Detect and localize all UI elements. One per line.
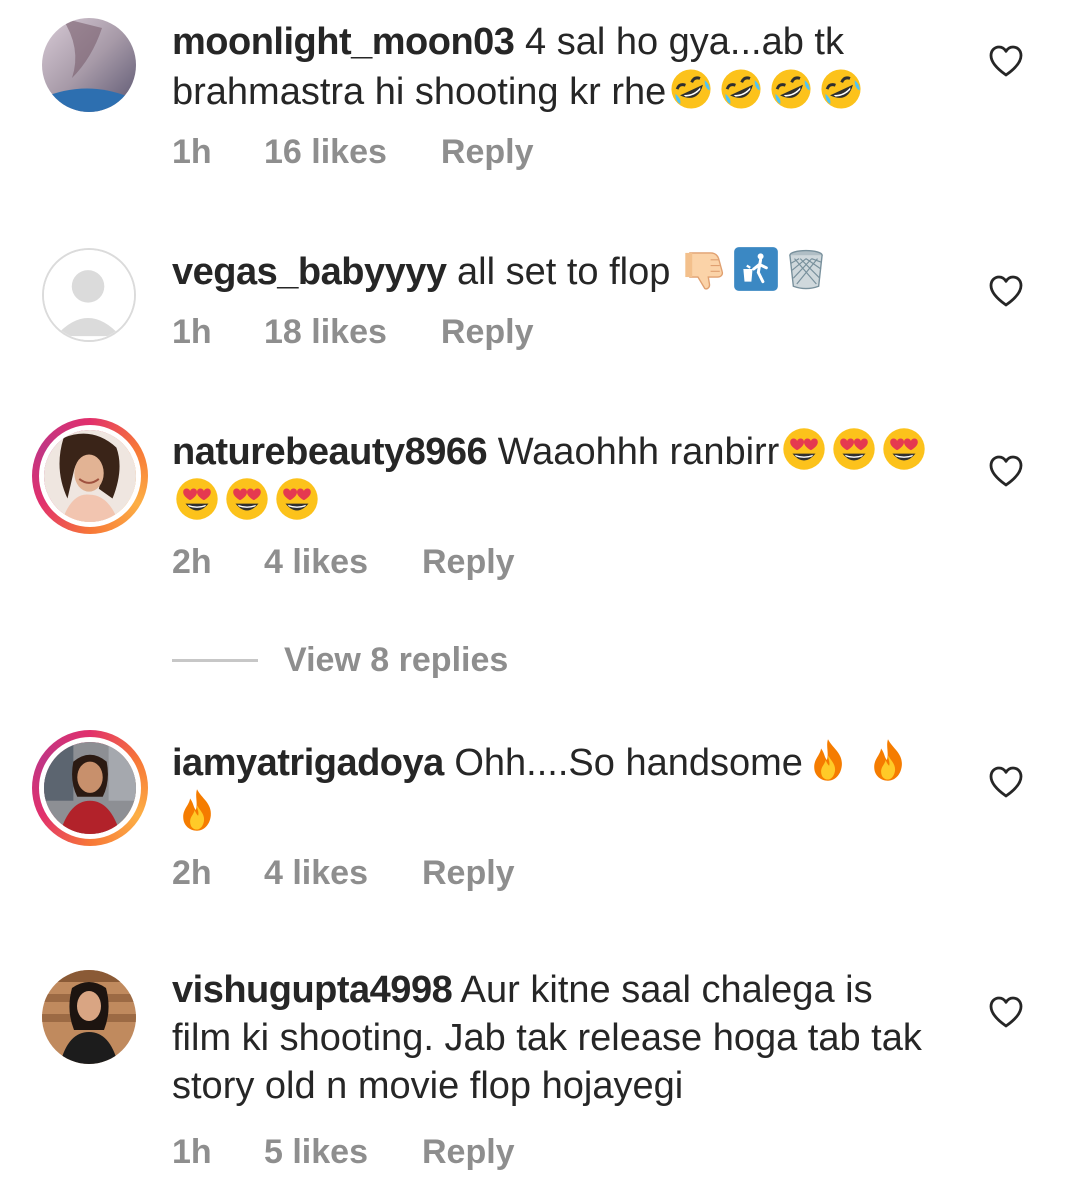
- avatar-story-ring[interactable]: [32, 418, 148, 534]
- comment-meta: 1h 18 likes Reply: [172, 313, 533, 352]
- like-heart-icon[interactable]: [988, 274, 1024, 308]
- avatar[interactable]: [42, 248, 136, 342]
- fire-emoji: [865, 737, 911, 783]
- profile-photo-icon: [42, 18, 136, 112]
- comment-likes[interactable]: 4 likes: [264, 854, 368, 893]
- comment-likes[interactable]: 16 likes: [264, 133, 387, 172]
- comment-username[interactable]: naturebeauty8966: [172, 431, 488, 473]
- like-heart-icon[interactable]: [988, 995, 1024, 1029]
- comment-text: naturebeauty8966 Waaohhh ranbirr: [172, 426, 942, 526]
- reply-button[interactable]: Reply: [441, 313, 534, 352]
- comment-text: vishugupta4998 Aur kitne saal chalega is…: [172, 966, 942, 1110]
- comment-body: all set to flop: [446, 251, 681, 293]
- view-replies-button[interactable]: View 8 replies: [172, 638, 508, 682]
- avatar[interactable]: [42, 18, 136, 112]
- heart-eyes-emoji: [881, 426, 927, 472]
- comment-body: Waaohhh ranbirr: [487, 431, 780, 473]
- rofl-emoji: [668, 66, 714, 112]
- comment-time: 1h: [172, 1133, 212, 1171]
- comment-time: 1h: [172, 133, 212, 171]
- comment-text: moonlight_moon03 4 sal ho gya...ab tk br…: [172, 18, 942, 116]
- reply-button[interactable]: Reply: [422, 543, 515, 582]
- fire-emoji: [174, 787, 220, 833]
- litter-bin-sign-emoji: [733, 246, 779, 292]
- replies-divider-line: [172, 658, 258, 662]
- thumbs-down-emoji: [683, 246, 729, 292]
- comment-meta: 1h 16 likes Reply: [172, 133, 533, 172]
- heart-eyes-emoji: [274, 476, 320, 522]
- rofl-emoji: [818, 66, 864, 112]
- comment-meta: 2h 4 likes Reply: [172, 543, 515, 582]
- profile-photo-icon: [44, 430, 136, 522]
- comment-username[interactable]: vegas_babyyyy: [172, 251, 447, 293]
- comment-username[interactable]: moonlight_moon03: [172, 21, 515, 63]
- like-heart-icon[interactable]: [988, 454, 1024, 488]
- reply-button[interactable]: Reply: [422, 1133, 515, 1172]
- profile-photo-icon: [44, 742, 136, 834]
- comment-body: Ohh....So handsome: [443, 742, 803, 784]
- fire-emoji: [805, 737, 851, 783]
- comment-likes[interactable]: 18 likes: [264, 313, 387, 352]
- heart-eyes-emoji: [224, 476, 270, 522]
- like-heart-icon[interactable]: [988, 44, 1024, 78]
- comment-meta: 1h 5 likes Reply: [172, 1133, 515, 1172]
- comment-username[interactable]: iamyatrigadoya: [172, 742, 444, 784]
- rofl-emoji: [718, 66, 764, 112]
- comment-text: vegas_babyyyy all set to flop: [172, 246, 942, 296]
- comment-meta: 2h 4 likes Reply: [172, 854, 515, 893]
- comment-text: iamyatrigadoya Ohh....So handsome: [172, 737, 942, 837]
- like-heart-icon[interactable]: [988, 765, 1024, 799]
- wastebasket-emoji: [783, 246, 829, 292]
- avatar-story-ring[interactable]: [32, 730, 148, 846]
- reply-button[interactable]: Reply: [422, 854, 515, 893]
- view-replies-label[interactable]: View 8 replies: [284, 641, 508, 680]
- comment-time: 1h: [172, 313, 212, 351]
- heart-eyes-emoji: [781, 426, 827, 472]
- profile-photo-icon: [42, 970, 136, 1064]
- reply-button[interactable]: Reply: [441, 133, 534, 172]
- comment-time: 2h: [172, 543, 212, 581]
- comment-time: 2h: [172, 854, 212, 892]
- heart-eyes-emoji: [174, 476, 220, 522]
- rofl-emoji: [768, 66, 814, 112]
- avatar[interactable]: [42, 970, 136, 1064]
- heart-eyes-emoji: [831, 426, 877, 472]
- comment-username[interactable]: vishugupta4998: [172, 969, 453, 1011]
- comment-likes[interactable]: 4 likes: [264, 543, 368, 582]
- default-profile-icon: [44, 250, 134, 340]
- comment-likes[interactable]: 5 likes: [264, 1133, 368, 1172]
